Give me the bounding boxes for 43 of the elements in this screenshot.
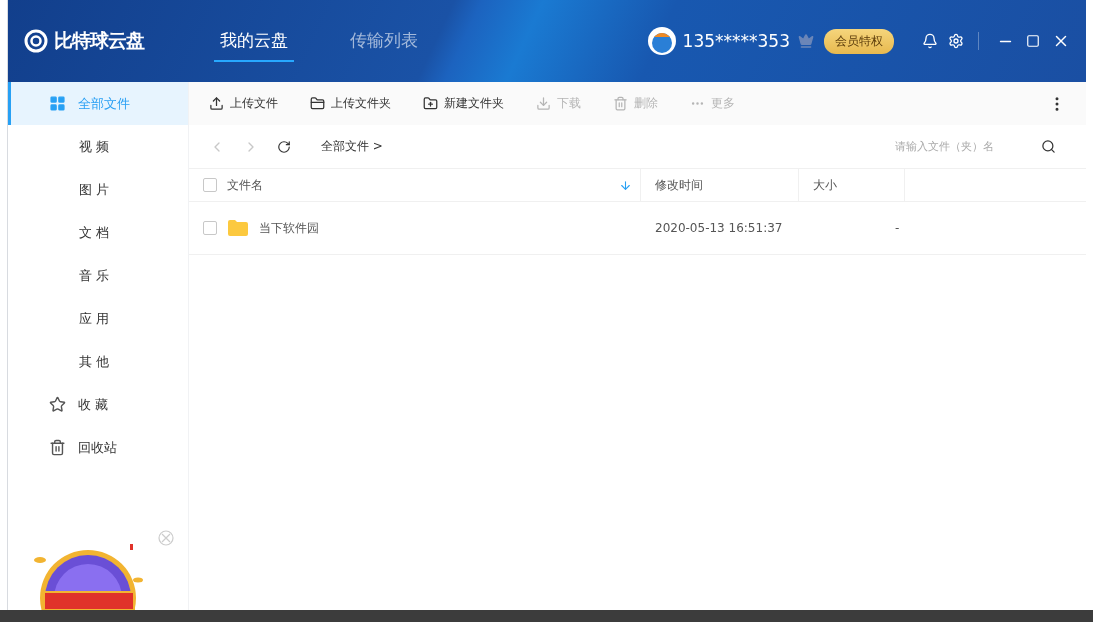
sidebar-item[interactable]: 音 乐: [8, 254, 188, 297]
download-icon: [536, 96, 551, 111]
upload-icon: [209, 96, 224, 111]
toolbar-button[interactable]: 上传文件: [209, 95, 278, 112]
crown-icon: [798, 33, 814, 49]
search-icon[interactable]: [1041, 139, 1056, 154]
trash-icon: [49, 439, 66, 456]
star-icon: [49, 396, 66, 413]
column-header[interactable]: 文件名: [227, 176, 263, 194]
maximize-icon[interactable]: [1026, 34, 1040, 48]
toolbar-button[interactable]: 新建文件夹: [423, 95, 504, 112]
bell-icon[interactable]: [922, 33, 938, 49]
app-logo-text: 比特球云盘: [54, 28, 144, 53]
user-phone: 135*****353: [682, 31, 790, 51]
sidebar-item[interactable]: 其 他: [8, 340, 188, 383]
trash-icon: [613, 96, 628, 111]
sidebar-item[interactable]: 回收站: [8, 426, 188, 469]
toolbar-button[interactable]: 上传文件夹: [310, 95, 391, 112]
folder-icon: [227, 219, 249, 237]
nav-tab[interactable]: 传输列表: [344, 20, 424, 62]
file-name[interactable]: 当下软件园: [259, 219, 319, 237]
nav-tab[interactable]: 我的云盘: [214, 20, 294, 62]
vip-button[interactable]: 会员特权: [824, 28, 894, 54]
sidebar-item[interactable]: 图 片: [8, 168, 188, 211]
table-cell: 2020-05-13 16:51:37: [655, 221, 783, 235]
folder-icon: [310, 96, 325, 111]
sidebar-item[interactable]: 应 用: [8, 297, 188, 340]
breadcrumb[interactable]: 全部文件 >: [321, 138, 383, 155]
folder-plus-icon: [423, 96, 438, 111]
refresh-icon[interactable]: [277, 139, 291, 154]
settings-icon[interactable]: [948, 33, 964, 49]
table-cell: -: [895, 221, 900, 235]
grid-icon: [49, 95, 66, 112]
column-header[interactable]: 修改时间: [655, 176, 703, 194]
select-all-checkbox[interactable]: [203, 178, 217, 192]
sidebar-item[interactable]: 视 频: [8, 125, 188, 168]
sidebar-item[interactable]: 文 档: [8, 211, 188, 254]
avatar-icon[interactable]: [646, 26, 677, 56]
sidebar-item[interactable]: 收 藏: [8, 383, 188, 426]
row-checkbox[interactable]: [203, 221, 217, 235]
sort-arrow-icon[interactable]: [619, 178, 632, 192]
logo-icon: [24, 29, 48, 53]
column-header[interactable]: 大小: [813, 176, 837, 194]
